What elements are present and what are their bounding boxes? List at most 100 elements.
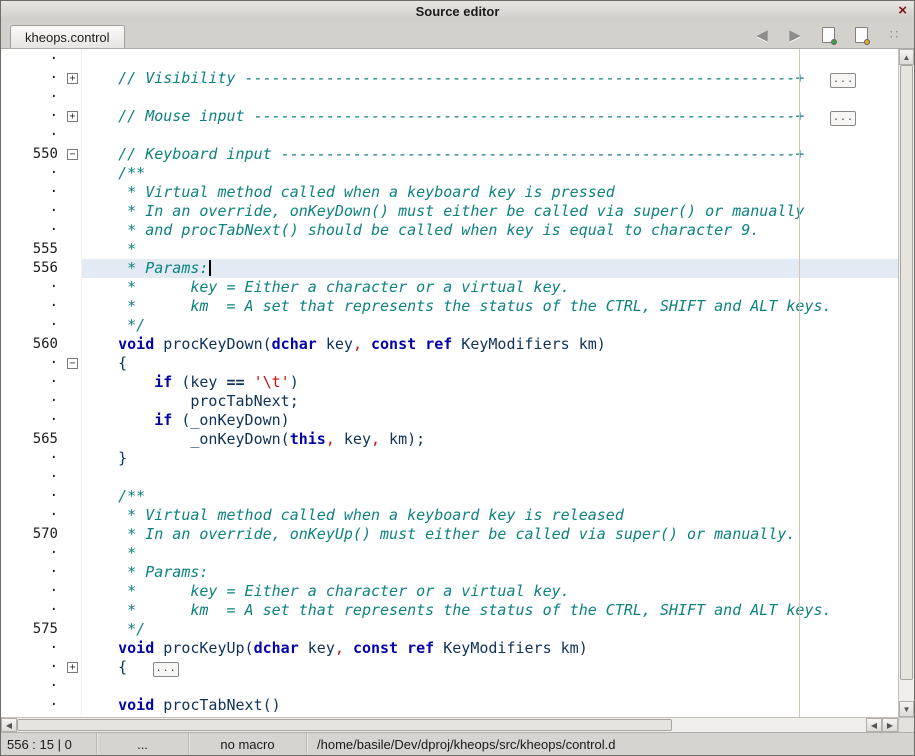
fold-margin — [65, 335, 82, 354]
nav-back-button[interactable]: ◀ — [752, 25, 772, 45]
fold-margin — [65, 221, 82, 240]
code-line[interactable]: · /** — [1, 164, 898, 183]
fold-margin — [65, 544, 82, 563]
nav-back-icon: ◀ — [756, 26, 768, 44]
code-text: } — [82, 449, 898, 468]
code-line[interactable]: 556 * Params: — [1, 259, 898, 278]
line-number: · — [1, 183, 65, 202]
fold-margin — [65, 373, 82, 392]
code-line[interactable]: · } — [1, 449, 898, 468]
fold-margin — [65, 392, 82, 411]
line-number: · — [1, 202, 65, 221]
code-line[interactable]: · procTabNext; — [1, 392, 898, 411]
line-number: · — [1, 50, 65, 69]
code-text: {... — [82, 658, 898, 677]
code-lines: ··+ // Visibility ----------------------… — [1, 49, 898, 715]
code-line[interactable]: ·+ // Visibility -----------------------… — [1, 69, 898, 88]
fold-collapse-icon[interactable]: − — [67, 358, 78, 369]
code-text: { — [82, 354, 898, 373]
code-line[interactable]: 570 * In an override, onKeyUp() must eit… — [1, 525, 898, 544]
close-icon[interactable]: × — [898, 2, 907, 20]
horizontal-scroll-thumb[interactable] — [17, 719, 672, 731]
fold-collapse-icon[interactable]: − — [67, 149, 78, 160]
line-number: · — [1, 563, 65, 582]
code-line[interactable]: · — [1, 468, 898, 487]
scroll-right-icon: ▶ — [887, 721, 893, 730]
code-text: */ — [82, 620, 898, 639]
scroll-left-button-2[interactable]: ◀ — [866, 718, 882, 732]
code-line[interactable]: · */ — [1, 316, 898, 335]
code-line[interactable]: · * — [1, 544, 898, 563]
line-number: · — [1, 468, 65, 487]
line-number: · — [1, 107, 65, 126]
fold-margin — [65, 430, 82, 449]
code-line[interactable]: · * km = A set that represents the statu… — [1, 297, 898, 316]
code-text: if (key == '\t') — [82, 373, 898, 392]
document-plus-icon — [822, 27, 835, 43]
code-view[interactable]: ··+ // Visibility ----------------------… — [1, 49, 898, 717]
line-number: · — [1, 373, 65, 392]
code-text: procTabNext; — [82, 392, 898, 411]
code-line[interactable]: · * In an override, onKeyDown() must eit… — [1, 202, 898, 221]
fold-margin — [65, 582, 82, 601]
code-line[interactable]: · * Virtual method called when a keyboar… — [1, 183, 898, 202]
dock-grip-button[interactable]: ∷ — [884, 25, 904, 45]
document-add-button[interactable] — [818, 25, 838, 45]
scroll-down-button[interactable]: ▼ — [899, 701, 914, 717]
code-line[interactable]: 555 * — [1, 240, 898, 259]
code-line[interactable]: · /** — [1, 487, 898, 506]
scroll-right-button[interactable]: ▶ — [882, 718, 898, 732]
fold-margin — [65, 696, 82, 715]
code-line[interactable]: · * Params: — [1, 563, 898, 582]
code-line[interactable]: · — [1, 50, 898, 69]
code-line[interactable]: ·+ {... — [1, 658, 898, 677]
tab-kheops-control[interactable]: kheops.control — [10, 25, 125, 48]
document-save-button[interactable] — [851, 25, 871, 45]
code-line[interactable]: · — [1, 88, 898, 107]
folded-code-ellipsis[interactable]: ... — [830, 73, 856, 88]
vertical-scrollbar[interactable]: ▲ ▼ — [899, 49, 914, 717]
scroll-left-button[interactable]: ◀ — [1, 718, 17, 732]
code-line[interactable]: 560 void procKeyDown(dchar key, const re… — [1, 335, 898, 354]
window-title: Source editor — [416, 4, 500, 19]
fold-expand-icon[interactable]: + — [67, 111, 78, 122]
green-dot-icon — [831, 39, 837, 45]
folded-code-ellipsis[interactable]: ... — [153, 662, 179, 677]
horizontal-scrollbar[interactable]: ◀ ◀ ▶ — [1, 717, 898, 732]
fold-margin — [65, 525, 82, 544]
line-number: · — [1, 677, 65, 696]
code-line[interactable]: · * km = A set that represents the statu… — [1, 601, 898, 620]
code-line[interactable]: · — [1, 677, 898, 696]
code-line[interactable]: 565 _onKeyDown(this, key, km); — [1, 430, 898, 449]
code-text: // Mouse input -------------------------… — [82, 107, 898, 126]
code-line[interactable]: · * and procTabNext() should be called w… — [1, 221, 898, 240]
scroll-up-button[interactable]: ▲ — [899, 49, 914, 65]
fold-expand-icon[interactable]: + — [67, 662, 78, 673]
code-line[interactable]: · void procTabNext() — [1, 696, 898, 715]
code-line[interactable]: · — [1, 126, 898, 145]
code-line[interactable]: · * key = Either a character or a virtua… — [1, 278, 898, 297]
nav-forward-button[interactable]: ▶ — [785, 25, 805, 45]
code-text: * key = Either a character or a virtual … — [82, 278, 898, 297]
code-line[interactable]: 575 */ — [1, 620, 898, 639]
code-text — [82, 468, 898, 487]
editor-toolbar: ◀ ▶ ∷ — [752, 25, 904, 45]
vertical-scroll-thumb[interactable] — [900, 65, 913, 680]
scrollbar-corner — [899, 717, 914, 732]
line-number: · — [1, 487, 65, 506]
fold-expand-icon[interactable]: + — [67, 73, 78, 84]
code-text: void procTabNext() — [82, 696, 898, 715]
code-line[interactable]: · void procKeyUp(dchar key, const ref Ke… — [1, 639, 898, 658]
code-line[interactable]: · if (_onKeyDown) — [1, 411, 898, 430]
code-line[interactable]: · * key = Either a character or a virtua… — [1, 582, 898, 601]
code-line[interactable]: 550− // Keyboard input -----------------… — [1, 145, 898, 164]
fold-margin — [65, 183, 82, 202]
fold-margin — [65, 202, 82, 221]
code-line[interactable]: · if (key == '\t') — [1, 373, 898, 392]
code-line[interactable]: ·+ // Mouse input ----------------------… — [1, 107, 898, 126]
code-line[interactable]: · * Virtual method called when a keyboar… — [1, 506, 898, 525]
code-text: void procKeyDown(dchar key, const ref Ke… — [82, 335, 898, 354]
code-line[interactable]: ·− { — [1, 354, 898, 373]
folded-code-ellipsis[interactable]: ... — [830, 111, 856, 126]
fold-margin — [65, 316, 82, 335]
